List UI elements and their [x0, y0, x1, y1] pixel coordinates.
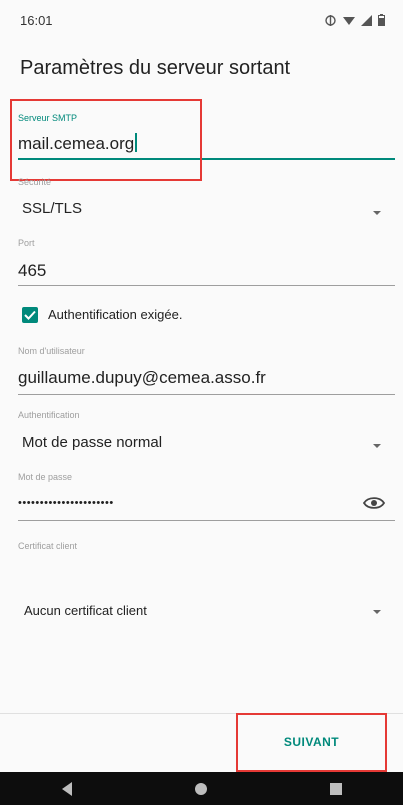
- page-title: Paramètres du serveur sortant: [20, 57, 291, 79]
- port-value: 465: [18, 261, 47, 280]
- auth-method-value: Mot de passe normal: [22, 434, 163, 451]
- signal-icon: [361, 14, 372, 26]
- check-icon: [24, 310, 36, 320]
- password-underline: [18, 520, 395, 521]
- auth-method-dropdown-icon[interactable]: [373, 444, 381, 448]
- client-cert-select[interactable]: Aucun certificat client: [24, 603, 147, 618]
- home-icon[interactable]: [194, 782, 207, 795]
- username-label: Nom d'utilisateur: [18, 346, 85, 356]
- port-label: Port: [18, 238, 35, 248]
- security-select[interactable]: SSL/TLS: [22, 200, 82, 217]
- port-input[interactable]: 465: [18, 261, 46, 281]
- visibility-eye-icon[interactable]: [363, 495, 385, 511]
- username-input[interactable]: guillaume.dupuy@cemea.asso.fr: [18, 368, 266, 388]
- client-cert-value: Aucun certificat client: [24, 603, 147, 618]
- system-nav-bar: [0, 772, 403, 805]
- wifi-icon: [343, 16, 355, 25]
- auth-required-label[interactable]: Authentification exigée.: [48, 307, 182, 322]
- security-label: Sécurité: [18, 177, 52, 187]
- security-dropdown-icon[interactable]: [373, 211, 381, 215]
- password-value: ••••••••••••••••••••••: [18, 497, 114, 509]
- smtp-highlight-box: [10, 99, 202, 181]
- security-value: SSL/TLS: [22, 200, 83, 217]
- next-highlight-box: [236, 713, 387, 772]
- password-input[interactable]: ••••••••••••••••••••••: [18, 497, 114, 509]
- status-icons: [324, 14, 385, 27]
- port-underline: [18, 285, 395, 286]
- back-icon[interactable]: [61, 781, 72, 796]
- auth-method-label: Authentification: [18, 410, 80, 420]
- client-cert-dropdown-icon[interactable]: [373, 610, 381, 614]
- recent-apps-icon[interactable]: [329, 782, 342, 795]
- username-underline: [18, 394, 395, 395]
- auth-method-select[interactable]: Mot de passe normal: [22, 434, 162, 451]
- password-label: Mot de passe: [18, 472, 73, 482]
- battery-icon: [378, 14, 385, 26]
- status-bar: 16:01: [0, 0, 403, 40]
- username-value: guillaume.dupuy@cemea.asso.fr: [18, 368, 266, 387]
- client-cert-label: Certificat client: [18, 541, 78, 551]
- auth-required-checkbox[interactable]: [22, 307, 38, 323]
- status-time: 16:01: [20, 12, 53, 28]
- sync-icon: [325, 14, 336, 26]
